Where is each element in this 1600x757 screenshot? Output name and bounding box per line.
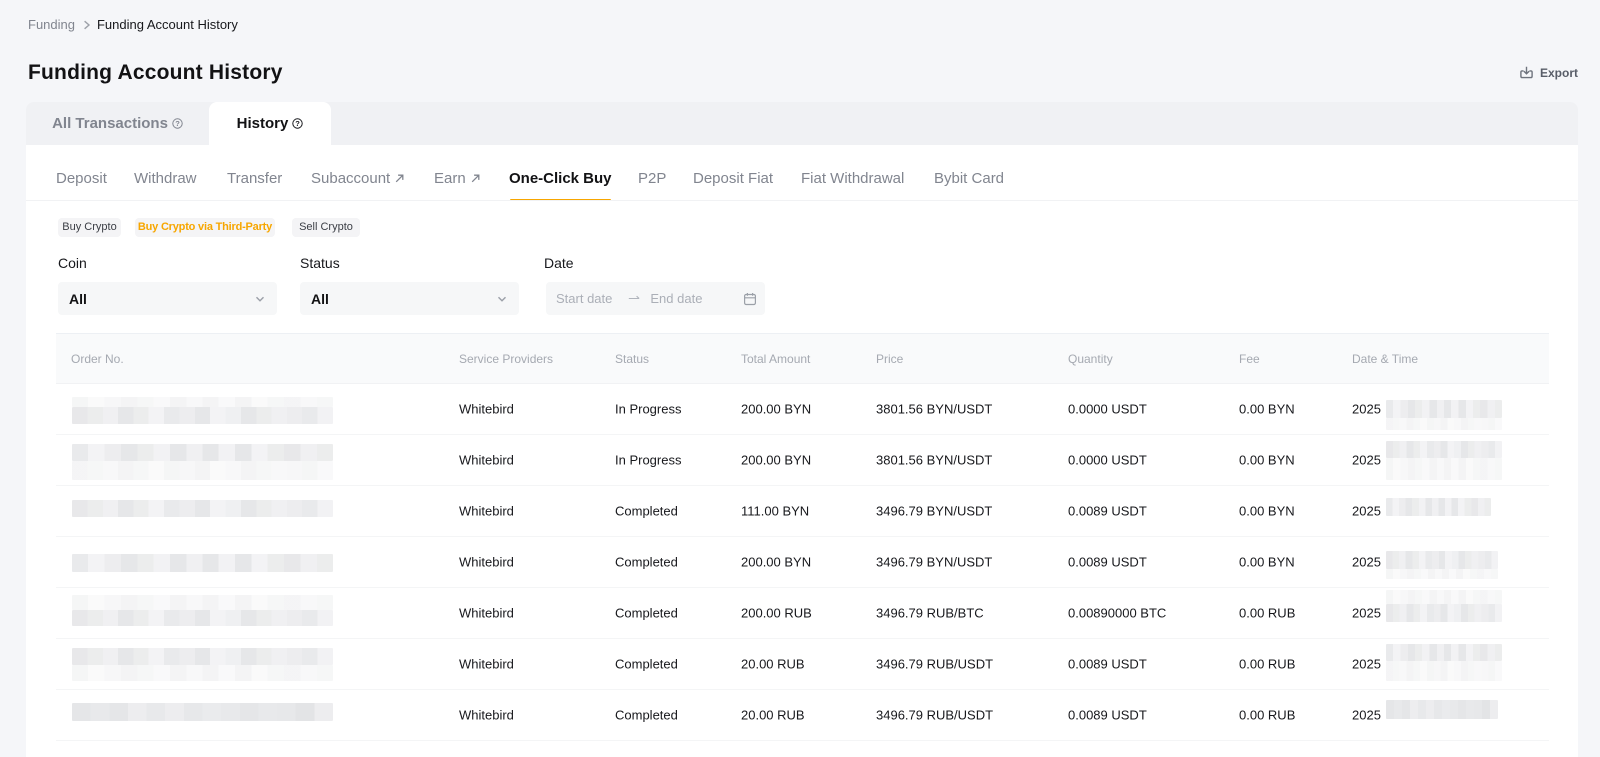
svg-text:?: ? <box>175 119 180 128</box>
svg-text:?: ? <box>296 119 301 128</box>
